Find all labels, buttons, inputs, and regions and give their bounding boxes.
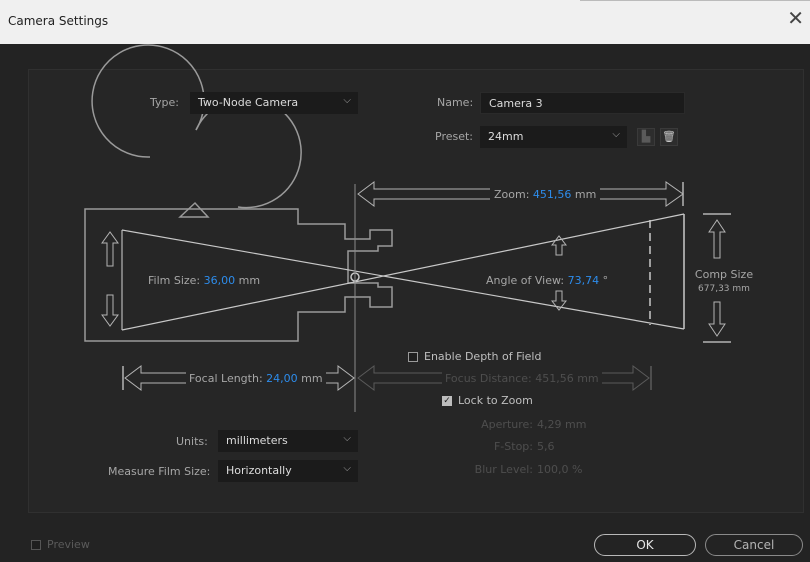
chevron-down-icon: ⌵ <box>343 463 351 474</box>
film-size-arrow-up <box>101 231 119 267</box>
film-size-arrow-down <box>101 294 119 327</box>
focal-length-unit: mm <box>301 372 323 385</box>
camera-reel-right <box>195 96 302 209</box>
blur-level-value[interactable]: 100,0 % <box>537 463 582 476</box>
focus-distance-value[interactable]: 451,56 mm <box>535 372 598 385</box>
type-dropdown[interactable]: Two-Node Camera ⌵ <box>190 92 358 114</box>
angle-of-view-readout: Angle of View: 73,74 ° <box>484 274 611 287</box>
lock-to-zoom-label: Lock to Zoom <box>458 394 533 407</box>
enable-dof-checkbox[interactable] <box>408 352 418 362</box>
focus-distance-label: Focus Distance: <box>445 372 532 385</box>
blur-level-label: Blur Level: <box>474 463 533 476</box>
preset-value: 24mm <box>488 130 524 143</box>
angle-of-view-unit: ° <box>602 274 609 287</box>
angle-of-view-label: Angle of View: <box>486 274 565 287</box>
aperture-label: Aperture: <box>481 418 533 431</box>
save-preset-icon[interactable]: ▙ <box>637 128 655 146</box>
focal-length-readout: Focal Length: 24,00 mm <box>186 372 326 385</box>
enable-dof-label: Enable Depth of Field <box>424 350 542 363</box>
focus-distance-readout: Focus Distance: 451,56 mm <box>442 372 602 385</box>
units-dropdown[interactable]: millimeters ⌵ <box>218 430 358 452</box>
measure-film-size-label: Measure Film Size: <box>108 465 211 478</box>
measure-film-size-dropdown[interactable]: Horizontally ⌵ <box>218 460 358 482</box>
focal-length-label: Focal Length: <box>189 372 263 385</box>
film-size-value[interactable]: 36,00 <box>204 274 236 287</box>
preset-label: Preset: <box>435 130 474 143</box>
comp-size-arrow-down <box>708 301 726 337</box>
comp-size-value: 677,33 mm <box>698 284 750 294</box>
type-label: Type: <box>150 96 179 109</box>
units-label: Units: <box>176 435 208 448</box>
trash-icon[interactable]: 🗑 <box>660 128 678 146</box>
comp-size-arrow-up <box>708 219 726 259</box>
film-size-label: Film Size: <box>148 274 201 287</box>
angle-of-view-value[interactable]: 73,74 <box>568 274 600 287</box>
preview-label: Preview <box>47 538 90 551</box>
camera-reel-left <box>91 44 205 158</box>
fstop-label: F-Stop: <box>493 440 533 453</box>
cancel-button[interactable]: Cancel <box>705 534 803 556</box>
zoom-unit: mm <box>574 188 597 201</box>
measure-film-size-value: Horizontally <box>226 464 292 477</box>
focal-length-value[interactable]: 24,00 <box>266 372 298 385</box>
zoom-readout: Zoom: 451,56 mm <box>490 188 601 201</box>
type-value: Two-Node Camera <box>198 96 299 109</box>
chevron-down-icon: ⌵ <box>343 433 351 444</box>
ok-button[interactable]: OK <box>594 534 696 556</box>
name-input[interactable] <box>480 92 685 114</box>
zoom-value[interactable]: 451,56 <box>533 188 572 201</box>
chevron-down-icon: ⌵ <box>343 95 351 106</box>
chevron-down-icon: ⌵ <box>612 129 620 140</box>
zoom-label: Zoom: <box>494 188 530 201</box>
comp-size-readout: Comp Size 677,33 mm <box>688 268 760 294</box>
preview-checkbox[interactable] <box>31 540 41 550</box>
comp-size-label: Comp Size <box>694 268 754 281</box>
camera-triangle <box>178 201 210 218</box>
film-size-readout: Film Size: 36,00 mm <box>146 274 263 287</box>
view-ray-upper <box>121 213 685 331</box>
preset-dropdown[interactable]: 24mm ⌵ <box>480 126 627 148</box>
aperture-value[interactable]: 4,29 mm <box>537 418 586 431</box>
units-value: millimeters <box>226 434 288 447</box>
lock-to-zoom-checkbox[interactable]: ✓ <box>442 396 452 406</box>
film-size-unit: mm <box>238 274 261 287</box>
fstop-value[interactable]: 5,6 <box>537 440 555 453</box>
name-label: Name: <box>437 96 474 109</box>
